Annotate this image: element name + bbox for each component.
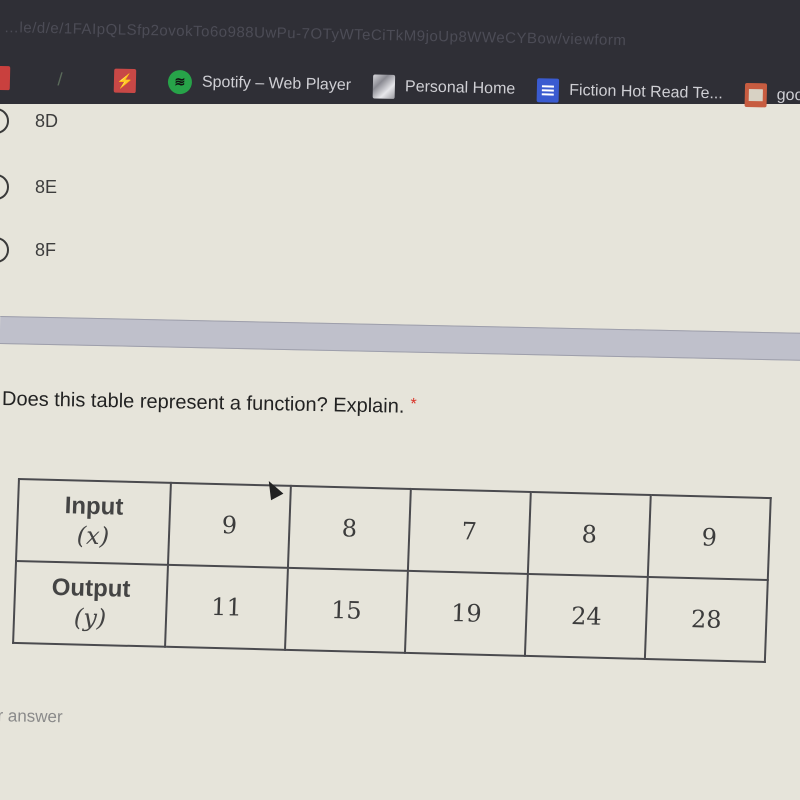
header-variable: (y)	[73, 603, 107, 633]
bookmark-spotify[interactable]: ≋ Spotify – Web Player	[167, 69, 352, 98]
option-label: 8D	[35, 110, 59, 131]
input-cell: 8	[287, 485, 411, 571]
radio-button[interactable]	[0, 174, 9, 200]
output-cell: 28	[644, 576, 768, 662]
radio-option-8d[interactable]: 8D	[0, 108, 58, 134]
radio-button[interactable]	[0, 108, 9, 134]
photo-thumbnail-icon	[372, 74, 396, 99]
required-asterisk: *	[410, 395, 417, 413]
output-cell: 24	[524, 573, 648, 659]
bookmark-1[interactable]	[0, 65, 32, 91]
bookmark-2[interactable]: /	[54, 67, 93, 92]
radio-option-8f[interactable]: 8F	[0, 237, 56, 263]
header-label: Input	[64, 492, 124, 521]
answer-input[interactable]: ur answer	[0, 706, 63, 727]
row-header-input: Input (x)	[16, 479, 171, 565]
header-variable: (x)	[76, 521, 110, 551]
bookmark-label: Fiction Hot Read Te...	[569, 81, 723, 103]
input-cell: 9	[647, 495, 771, 581]
bookmark-label: Personal Home	[404, 78, 516, 98]
input-cell: 8	[527, 491, 651, 577]
bookmark-personal-home[interactable]: Personal Home	[372, 74, 516, 101]
form-content: 8D 8E 8F	[0, 104, 800, 800]
output-cell: 19	[404, 570, 528, 656]
row-header-output: Output (y)	[13, 560, 168, 647]
bookmark-fiction[interactable]: Fiction Hot Read Te...	[536, 78, 723, 106]
header-label: Output	[51, 574, 131, 604]
option-label: 8E	[35, 176, 58, 197]
slash-bookmark-icon: /	[57, 68, 63, 89]
radio-button[interactable]	[0, 237, 9, 263]
bookmark-label: Spotify – Web Player	[201, 73, 352, 94]
spotify-icon: ≋	[167, 69, 193, 95]
browser-chrome: …le/d/e/1FAIpQLSfp2ovokTo6o988UwPu-7OTyW…	[0, 0, 800, 108]
input-cell: 7	[407, 488, 531, 574]
output-cell: 11	[165, 564, 288, 650]
google-docs-icon	[536, 78, 560, 103]
option-label: 8F	[35, 239, 57, 260]
output-cell: 15	[285, 567, 408, 653]
lightning-bolt-icon: ⚡	[113, 68, 137, 94]
radio-option-8e[interactable]: 8E	[0, 174, 57, 200]
bookmark-3[interactable]: ⚡	[113, 68, 147, 94]
address-bar[interactable]: …le/d/e/1FAIpQLSfp2ovokTo6o988UwPu-7OTyW…	[0, 8, 800, 65]
red-bookmark-icon	[0, 65, 11, 91]
function-table: Input (x) 9 8 7 8 9 Output (y) 11 15 19 …	[12, 478, 772, 663]
